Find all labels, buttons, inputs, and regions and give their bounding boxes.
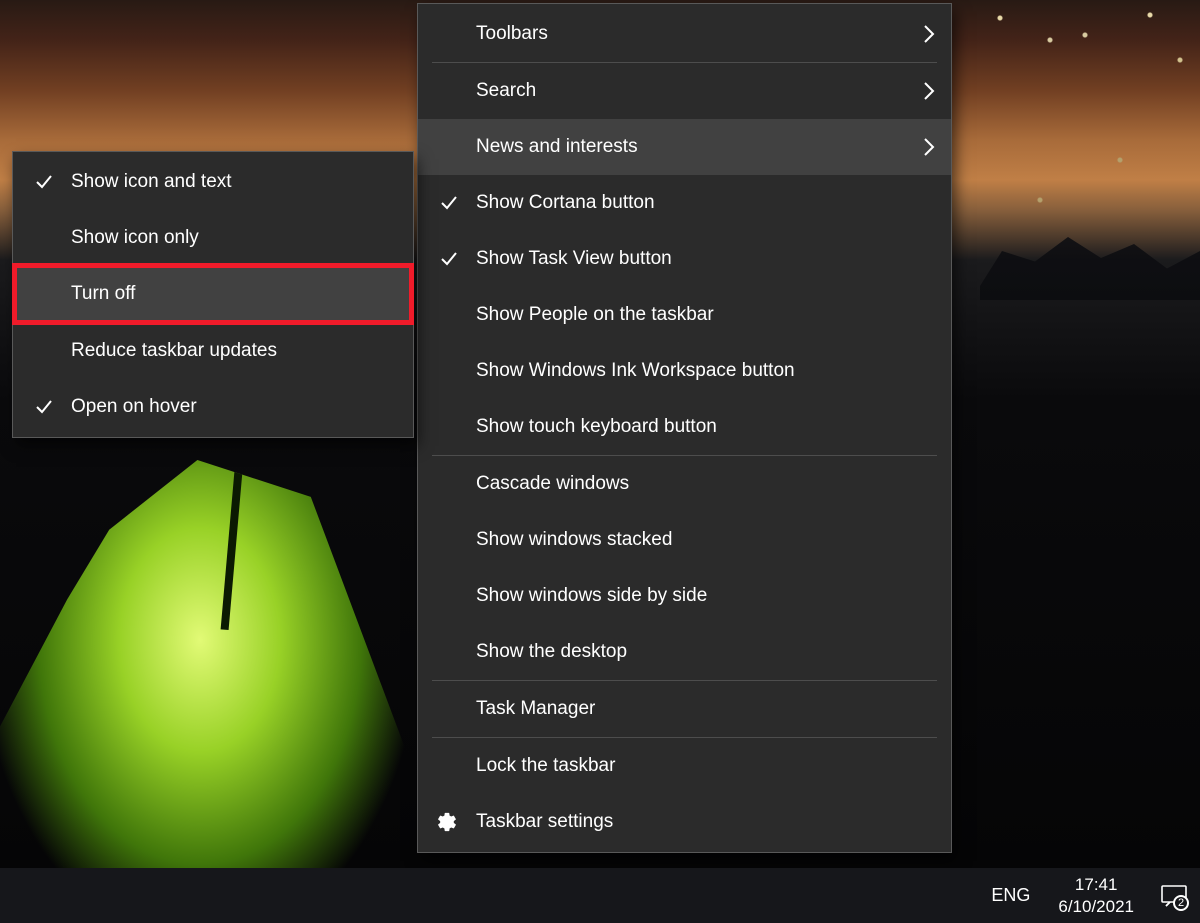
action-center-button[interactable]: 2: [1148, 868, 1200, 923]
gear-icon: [436, 811, 458, 833]
chevron-right-icon: [923, 81, 935, 101]
menu-item-taskbar-settings[interactable]: Taskbar settings: [418, 794, 951, 850]
menu-item-show-windows-ink-workspace-button[interactable]: Show Windows Ink Workspace button: [418, 343, 951, 399]
check-icon: [35, 398, 53, 416]
menu-item-label: Taskbar settings: [476, 811, 613, 833]
menu-item-label: Show Windows Ink Workspace button: [476, 360, 795, 382]
chevron-right-icon: [923, 24, 935, 44]
menu-item-label: Show Task View button: [476, 248, 672, 270]
menu-item-show-windows-side-by-side[interactable]: Show windows side by side: [418, 568, 951, 624]
menu-item-label: Show touch keyboard button: [476, 416, 717, 438]
menu-item-toolbars[interactable]: Toolbars: [418, 6, 951, 62]
check-icon: [440, 194, 458, 212]
menu-item-reduce-taskbar-updates[interactable]: Reduce taskbar updates: [13, 323, 413, 379]
menu-item-label: Open on hover: [71, 396, 197, 418]
menu-item-label: Task Manager: [476, 698, 595, 720]
check-icon: [440, 250, 458, 268]
clock-time: 17:41: [1058, 874, 1134, 895]
menu-item-show-windows-stacked[interactable]: Show windows stacked: [418, 512, 951, 568]
menu-item-turn-off[interactable]: Turn off: [13, 266, 413, 322]
menu-item-search[interactable]: Search: [418, 63, 951, 119]
check-icon: [35, 173, 53, 191]
news-interests-submenu: Show icon and text Show icon only Turn off…: [12, 151, 414, 438]
menu-item-label: Toolbars: [476, 23, 548, 45]
notifications-badge: 2: [1173, 895, 1189, 911]
menu-item-label: Show icon only: [71, 227, 199, 249]
menu-item-label: News and interests: [476, 136, 638, 158]
menu-item-lock-the-taskbar[interactable]: Lock the taskbar: [418, 738, 951, 794]
menu-item-show-people-on-the-taskbar[interactable]: Show People on the taskbar: [418, 287, 951, 343]
menu-item-label: Cascade windows: [476, 473, 629, 495]
menu-item-show-the-desktop[interactable]: Show the desktop: [418, 624, 951, 680]
menu-item-cascade-windows[interactable]: Cascade windows: [418, 456, 951, 512]
menu-item-show-icon-and-text[interactable]: Show icon and text: [13, 154, 413, 210]
menu-item-show-icon-only[interactable]: Show icon only: [13, 210, 413, 266]
menu-item-open-on-hover[interactable]: Open on hover: [13, 379, 413, 435]
menu-item-show-task-view-button[interactable]: Show Task View button: [418, 231, 951, 287]
menu-item-label: Show People on the taskbar: [476, 304, 714, 326]
menu-item-label: Search: [476, 80, 536, 102]
menu-item-label: Show the desktop: [476, 641, 627, 663]
menu-item-label: Show Cortana button: [476, 192, 655, 214]
menu-item-label: Reduce taskbar updates: [71, 340, 277, 362]
clock-date: 6/10/2021: [1058, 896, 1134, 917]
notifications-icon: 2: [1161, 885, 1187, 907]
menu-item-label: Show icon and text: [71, 171, 232, 193]
taskbar-clock[interactable]: 17:41 6/10/2021: [1044, 874, 1148, 917]
menu-item-news-and-interests[interactable]: News and interests: [418, 119, 951, 175]
chevron-right-icon: [923, 137, 935, 157]
menu-item-label: Lock the taskbar: [476, 755, 615, 777]
menu-item-show-touch-keyboard-button[interactable]: Show touch keyboard button: [418, 399, 951, 455]
menu-item-task-manager[interactable]: Task Manager: [418, 681, 951, 737]
taskbar-context-menu: Toolbars Search News and interests Show Cor…: [417, 3, 952, 853]
menu-item-label: Turn off: [71, 283, 135, 305]
menu-item-label: Show windows stacked: [476, 529, 672, 551]
taskbar: ENG 17:41 6/10/2021 2: [0, 868, 1200, 923]
menu-item-label: Show windows side by side: [476, 585, 707, 607]
language-indicator[interactable]: ENG: [977, 885, 1044, 906]
menu-item-show-cortana-button[interactable]: Show Cortana button: [418, 175, 951, 231]
